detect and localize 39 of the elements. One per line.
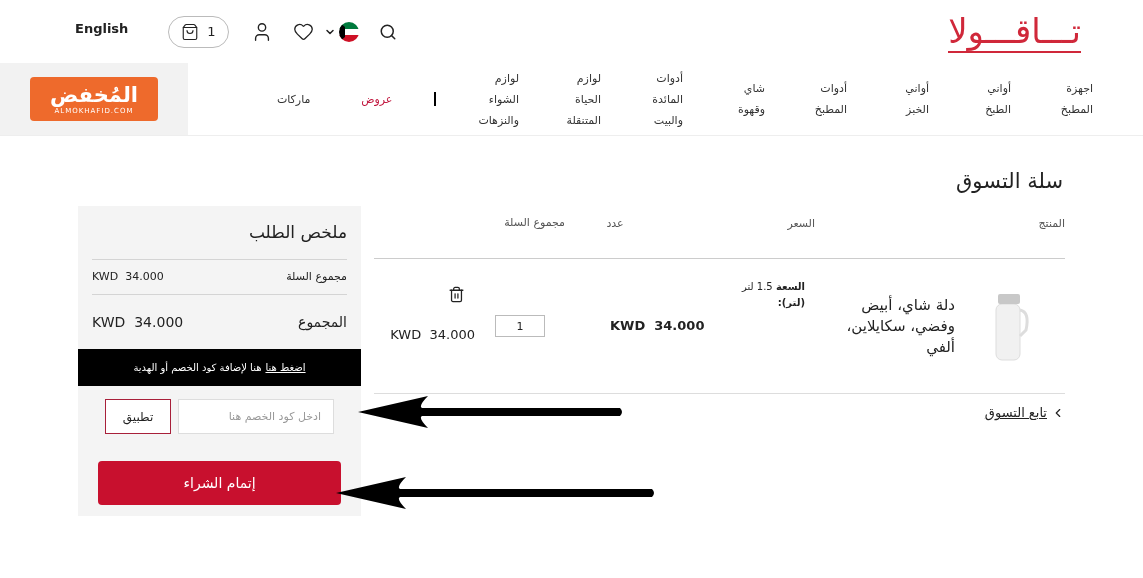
flag-icon[interactable] bbox=[338, 21, 359, 42]
column-header: عدد bbox=[605, 216, 625, 232]
nav-link[interactable]: عروض bbox=[352, 88, 393, 110]
language-link[interactable]: English bbox=[75, 18, 129, 39]
product-attribute: السعة 1.5 لتر (لتر): bbox=[740, 280, 805, 311]
bag-icon bbox=[181, 22, 200, 41]
nav-link[interactable]: اجهزة المطبخ bbox=[1053, 78, 1093, 120]
nav-link[interactable]: لوازم الشواء والنزهات bbox=[478, 67, 519, 131]
heart-icon[interactable] bbox=[292, 21, 314, 42]
coupon-input[interactable]: ادخل كود الخصم هنا bbox=[178, 399, 334, 434]
product-price: KWD 34.000 bbox=[609, 317, 706, 336]
checkout-button[interactable]: إتمام الشراء bbox=[98, 461, 341, 505]
nav-link[interactable]: أدوات المطبخ bbox=[807, 78, 847, 120]
nav-link[interactable]: أواني الطبخ bbox=[971, 78, 1011, 120]
subtotal-label: مجموع السلة bbox=[286, 268, 347, 285]
store-logo[interactable]: تـــاقـــولا bbox=[948, 10, 1081, 53]
coupon-text: هنا لإضافة كود الخصم أو الهدية bbox=[133, 360, 262, 375]
page-title: سلة التسوق bbox=[955, 168, 1063, 195]
total-label: المجموع bbox=[298, 312, 347, 333]
product-name[interactable]: دلة شاي، أبيض وفضي، سكايلاين، ألفي bbox=[825, 294, 955, 358]
continue-shopping-link[interactable]: تابع التسوق bbox=[984, 403, 1065, 423]
nav-link[interactable]: لوازم الحياة المتنقلة bbox=[561, 67, 601, 131]
apply-button[interactable]: تطبيق bbox=[105, 399, 171, 434]
nav-link[interactable]: شاي وقهوة bbox=[725, 78, 765, 120]
nav-link[interactable]: ماركات bbox=[270, 88, 311, 110]
nav-link[interactable]: أواني الخبز bbox=[889, 78, 929, 120]
row-total: KWD 34.000 bbox=[390, 325, 475, 344]
column-header: السعر bbox=[786, 216, 815, 232]
coupon-link[interactable]: اضغط هنا bbox=[265, 360, 306, 375]
subtotal-value: KWD 34.000 bbox=[92, 268, 164, 285]
quantity-field[interactable]: 1 bbox=[495, 315, 545, 337]
summary-title: ملخص الطلب bbox=[92, 206, 347, 260]
column-header: المنتج bbox=[1037, 216, 1065, 232]
column-header: مجموع السلة bbox=[503, 215, 565, 230]
total-value: KWD 34.000 bbox=[92, 312, 184, 332]
delete-icon[interactable] bbox=[448, 285, 465, 303]
search-icon[interactable] bbox=[378, 22, 397, 41]
logo-text: المُخفض bbox=[49, 82, 139, 107]
nav-link[interactable]: أدوات المائدة والبيت bbox=[643, 67, 683, 131]
